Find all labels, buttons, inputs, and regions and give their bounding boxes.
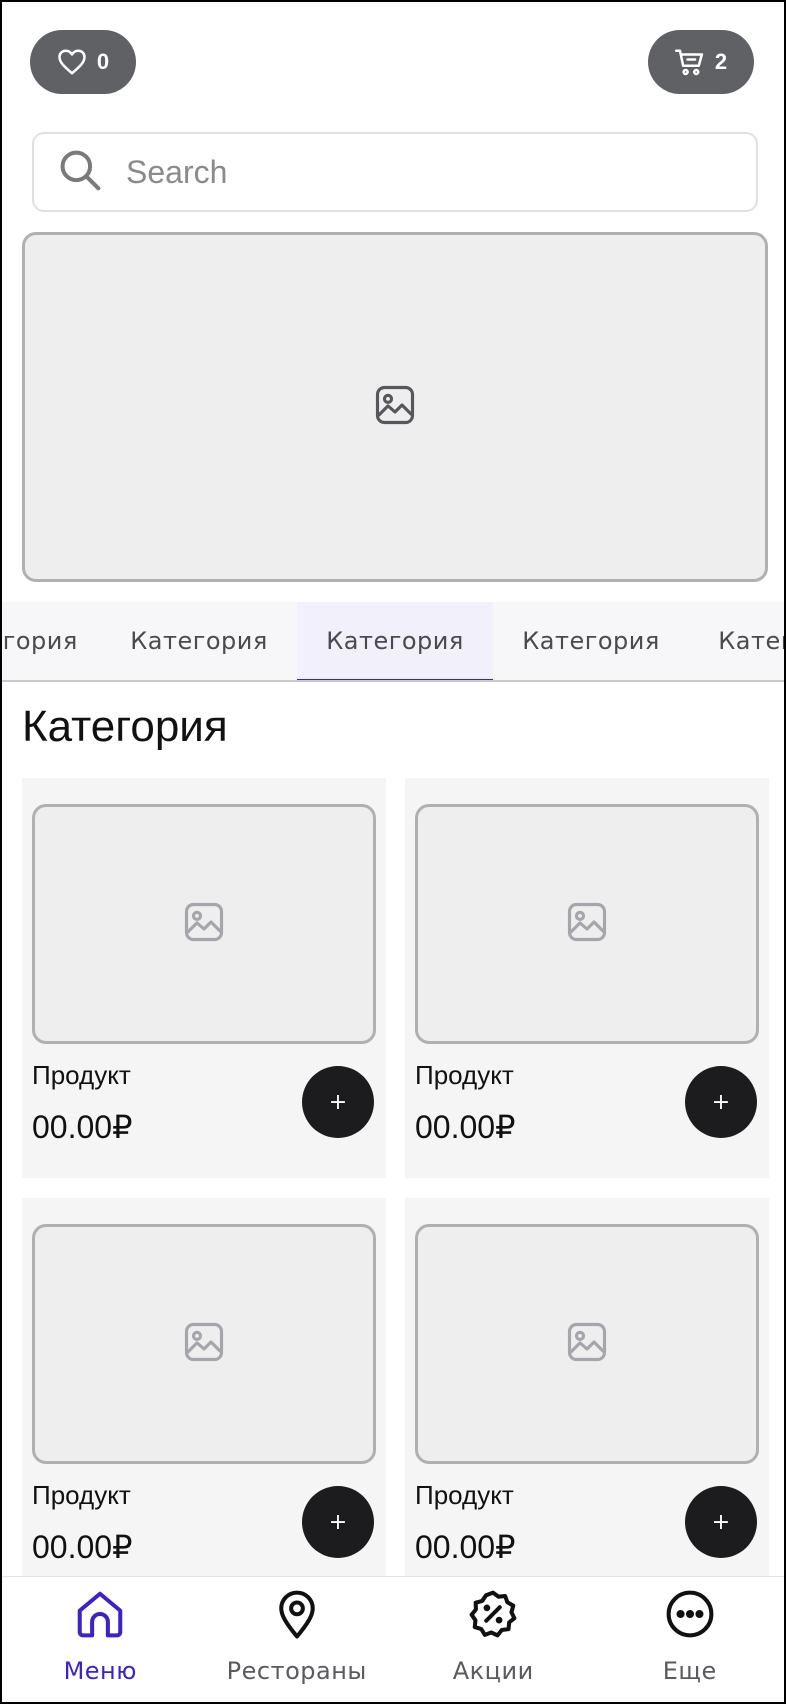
image-placeholder-icon: [183, 901, 225, 947]
tab-category-active[interactable]: Категория: [297, 602, 493, 680]
nav-label: Рестораны: [226, 1657, 367, 1685]
product-name: Продукт: [32, 1480, 131, 1510]
add-to-cart-button[interactable]: +: [302, 1066, 374, 1138]
product-image: [415, 804, 759, 1044]
more-icon: [663, 1587, 717, 1647]
app-screen: 0 2 Search гория Категория Категория Кат…: [0, 0, 786, 1704]
nav-label: Меню: [63, 1657, 137, 1685]
product-price: 00.00₽: [415, 1109, 516, 1145]
product-price: 00.00₽: [32, 1529, 133, 1565]
image-placeholder-icon: [566, 901, 608, 947]
discount-badge-icon: [466, 1587, 520, 1647]
add-to-cart-button[interactable]: +: [685, 1486, 757, 1558]
cart-icon: [674, 48, 705, 76]
product-name: Продукт: [415, 1480, 514, 1510]
tab-category[interactable]: Категория: [689, 602, 784, 680]
favorites-button[interactable]: 0: [30, 30, 136, 94]
nav-item-promotions[interactable]: Акции: [395, 1577, 592, 1702]
nav-item-restaurants[interactable]: Рестораны: [199, 1577, 396, 1702]
image-placeholder-icon: [183, 1321, 225, 1367]
tab-category[interactable]: Категория: [2, 602, 107, 680]
product-price: 00.00₽: [32, 1109, 133, 1145]
nav-label: Акции: [452, 1657, 534, 1685]
product-price: 00.00₽: [415, 1529, 516, 1565]
home-icon: [73, 1587, 127, 1647]
search-bar[interactable]: [32, 132, 758, 212]
favorites-count: 0: [96, 49, 110, 74]
search-input[interactable]: [126, 153, 726, 191]
product-image: [415, 1224, 759, 1464]
tab-category[interactable]: Категория: [493, 602, 689, 680]
bottom-navigation: Меню Рестораны Акции Еще: [2, 1576, 785, 1702]
category-tabs: Категория Категория Категория Категория …: [2, 602, 784, 682]
product-card[interactable]: Продукт 00.00₽ +: [405, 778, 769, 1178]
product-name: Продукт: [415, 1060, 514, 1090]
heart-icon: [57, 48, 87, 76]
tab-category[interactable]: Категория: [101, 602, 297, 680]
cart-count: 2: [714, 49, 728, 74]
section-title: Категория: [22, 702, 228, 751]
product-image: [32, 1224, 376, 1464]
add-to-cart-button[interactable]: +: [685, 1066, 757, 1138]
product-card[interactable]: Продукт 00.00₽ +: [22, 1198, 386, 1598]
product-image: [32, 804, 376, 1044]
image-placeholder-icon: [566, 1321, 608, 1367]
product-name: Продукт: [32, 1060, 131, 1090]
map-pin-icon: [270, 1587, 324, 1647]
add-to-cart-button[interactable]: +: [302, 1486, 374, 1558]
product-card[interactable]: Продукт 00.00₽ +: [405, 1198, 769, 1598]
nav-label: Еще: [662, 1657, 717, 1685]
nav-item-menu[interactable]: Меню: [2, 1577, 199, 1702]
search-icon: [58, 148, 102, 196]
product-card[interactable]: Продукт 00.00₽ +: [22, 778, 386, 1178]
nav-item-more[interactable]: Еще: [592, 1577, 785, 1702]
promo-banner[interactable]: [22, 232, 768, 582]
cart-button[interactable]: 2: [648, 30, 754, 94]
image-placeholder-icon: [374, 384, 416, 430]
